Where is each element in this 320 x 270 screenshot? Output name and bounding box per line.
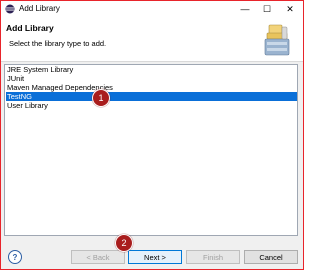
title-bar: Add Library — ☐ ✕	[1, 1, 303, 17]
list-item-junit[interactable]: JUnit	[6, 74, 297, 83]
next-button[interactable]: Next >	[128, 250, 182, 264]
library-type-list[interactable]: JRE System Library JUnit Maven Managed D…	[4, 64, 298, 236]
cancel-button[interactable]: Cancel	[244, 250, 298, 264]
list-item-jre-system-library[interactable]: JRE System Library	[6, 65, 297, 74]
eclipse-app-icon	[5, 4, 15, 14]
finish-button[interactable]: Finish	[186, 250, 240, 264]
step-marker-1: 1	[92, 89, 110, 107]
wizard-description: Select the library type to add.	[9, 39, 107, 48]
wizard-title: Add Library	[6, 23, 54, 33]
wizard-header: Add Library Select the library type to a…	[1, 17, 303, 62]
add-library-dialog: Add Library — ☐ ✕ Add Library Select the…	[0, 0, 304, 270]
list-item-user-library[interactable]: User Library	[6, 101, 297, 110]
library-books-icon	[264, 24, 290, 56]
minimize-button[interactable]: —	[233, 1, 257, 17]
window-title: Add Library	[19, 4, 60, 13]
back-button[interactable]: < Back	[71, 250, 125, 264]
step-marker-2: 2	[115, 234, 133, 252]
list-item-testng[interactable]: TestNG	[6, 92, 297, 101]
maximize-button[interactable]: ☐	[255, 1, 279, 17]
dialog-footer: ? < Back Next > Finish Cancel	[1, 244, 303, 269]
list-item-maven-managed-dependencies[interactable]: Maven Managed Dependencies	[6, 83, 297, 92]
help-icon[interactable]: ?	[8, 250, 22, 264]
close-button[interactable]: ✕	[278, 1, 302, 17]
